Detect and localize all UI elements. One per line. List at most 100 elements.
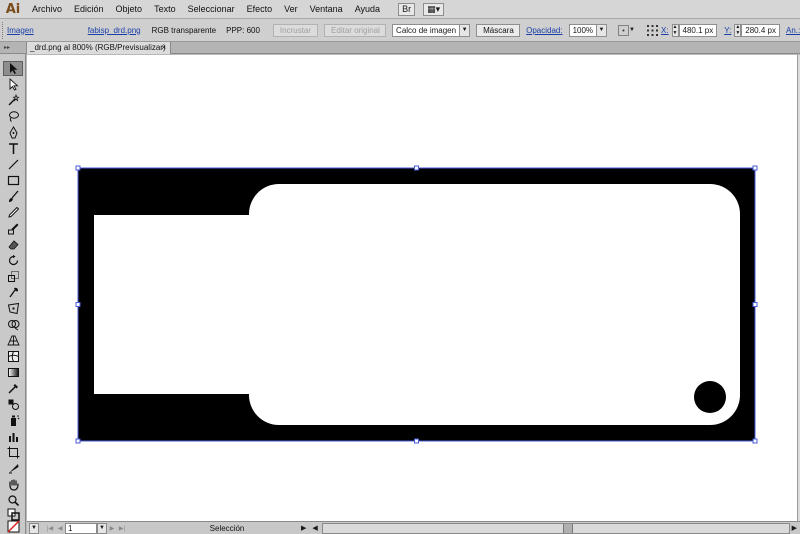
selection-handle[interactable] [752,438,758,444]
mask-button[interactable]: Máscara [476,23,521,37]
selection-tool-icon[interactable] [3,61,23,76]
panel-collapse-icon[interactable]: ▸▸ [4,42,10,54]
zoom-tool-icon[interactable] [3,493,23,508]
y-stepper[interactable]: ▲ ▼ [734,23,742,37]
status-menu-arrow-icon[interactable]: ▶ [301,524,306,532]
selection-handle[interactable] [75,438,81,444]
free-transform-tool-icon[interactable] [3,301,23,316]
document-canvas[interactable] [27,55,797,521]
bridge-button[interactable]: Br [398,2,416,16]
slice-tool-icon[interactable] [3,461,23,476]
linked-file-link[interactable]: fabisp_drd.png [88,26,141,35]
artboard-number-input[interactable]: 1 [65,522,97,534]
first-artboard-icon[interactable]: |◀ [45,525,55,532]
image-trace-split-button[interactable]: Calco de imagen ▼ [392,23,471,37]
opacity-dropdown-icon[interactable]: ▼ [596,24,607,36]
menu-edicion[interactable]: Edición [68,0,110,19]
circle-hole [694,381,726,413]
horizontal-scrollbar[interactable] [321,522,790,534]
color-mode-label: RGB transparente [151,25,217,35]
opacity-label[interactable]: Opacidad: [526,26,562,35]
line-tool-icon[interactable] [3,157,23,172]
warp-tool-icon[interactable] [3,285,23,300]
object-type-link[interactable]: Imagen [7,26,34,35]
zoom-dropdown-icon[interactable]: ▼ [29,522,39,534]
selection-handle[interactable] [75,302,81,307]
image-trace-dropdown-icon[interactable]: ▼ [459,24,470,36]
scale-tool-icon[interactable] [3,269,23,284]
pencil-tool-icon[interactable] [3,205,23,220]
next-artboard-icon[interactable]: ▶ [107,525,117,532]
menu-seleccionar[interactable]: Seleccionar [182,0,241,19]
scroll-left-icon[interactable]: ◀ [312,524,317,532]
selection-handle[interactable] [752,302,758,307]
last-artboard-icon[interactable]: ▶| [117,525,127,532]
type-tool-icon[interactable] [3,141,23,156]
selection-handle[interactable] [752,165,758,171]
hand-tool-icon[interactable] [3,477,23,492]
tools-panel [0,54,26,534]
x-label[interactable]: X: [661,26,669,35]
opacity-field[interactable]: 100% ▼ [568,23,608,37]
symbol-sprayer-tool-icon[interactable] [3,413,23,428]
rotate-tool-icon[interactable] [3,253,23,268]
opacity-value[interactable]: 100% [570,25,596,36]
selection-handle[interactable] [75,165,81,171]
lasso-tool-icon[interactable] [3,109,23,124]
magic-wand-tool-icon[interactable] [3,93,23,108]
arrange-documents-button[interactable]: ▦▾ [423,2,445,16]
artboard-dropdown-icon[interactable]: ▼ [97,522,107,534]
blob-brush-tool-icon[interactable] [3,221,23,236]
selection-handle[interactable] [414,438,419,444]
eyedropper-tool-icon[interactable] [3,381,23,396]
gradient-tool-icon[interactable] [3,365,23,380]
shape-builder-tool-icon[interactable] [3,317,23,332]
ppi-label: PPP: 600 [226,25,260,35]
edit-original-button[interactable]: Editar original [324,23,387,37]
close-tab-icon[interactable]: × [161,42,166,54]
placed-image-artwork[interactable] [27,55,797,521]
mesh-tool-icon[interactable] [3,349,23,364]
y-label[interactable]: Y: [724,26,731,35]
pen-tool-icon[interactable] [3,125,23,140]
menu-archivo[interactable]: Archivo [26,0,68,19]
align-dropdown-icon[interactable]: ▼ [629,27,635,33]
menu-bar: Ai Archivo Edición Objeto Texto Seleccio… [0,0,800,19]
blend-tool-icon[interactable] [3,397,23,412]
graph-tool-icon[interactable] [3,429,23,444]
paintbrush-tool-icon[interactable] [3,189,23,204]
eraser-tool-icon[interactable] [3,237,23,252]
embed-button[interactable]: Incrustar [272,23,319,37]
document-tab-title: _drd.png al 800% (RGB/Previsualizar) [30,43,166,52]
rounded-rectangle-cutout [249,184,740,425]
previous-artboard-icon[interactable]: ◀ [55,525,65,532]
y-input[interactable]: 280.4 px [741,23,780,37]
control-bar-grip[interactable] [2,21,3,39]
menu-objeto[interactable]: Objeto [110,0,149,19]
horizontal-scroll-thumb[interactable] [562,523,573,533]
x-stepper[interactable]: ▲ ▼ [671,23,679,37]
status-text: Selección [209,523,245,533]
menu-texto[interactable]: Texto [148,0,182,19]
rectangle-tool-icon[interactable] [3,173,23,188]
document-tab[interactable]: _drd.png al 800% (RGB/Previsualizar) × [26,42,171,54]
menu-efecto[interactable]: Efecto [241,0,279,19]
reference-point-icon[interactable] [646,24,658,37]
status-bar: ▼ |◀ ◀ 1 ▼ ▶ ▶| Selección ▶ ◀ ▶ [27,521,800,534]
fill-stroke-swatch-icon[interactable] [3,508,23,521]
image-trace-button[interactable]: Calco de imagen [393,25,459,36]
perspective-grid-tool-icon[interactable] [3,333,23,348]
width-label[interactable]: An.: [786,26,800,35]
document-tab-bar: ▸▸ _drd.png al 800% (RGB/Previsualizar) … [0,42,800,54]
transform-reference-icon[interactable] [618,24,630,37]
direct-selection-tool-icon[interactable] [3,77,23,92]
x-input[interactable]: 480.1 px [678,23,718,37]
control-bar: Imagen fabisp_drd.png RGB transparente P… [0,19,800,42]
selection-handle[interactable] [414,165,419,171]
scroll-right-icon[interactable]: ▶ [792,524,797,532]
artboard-tool-icon[interactable] [3,445,23,460]
menu-ayuda[interactable]: Ayuda [349,0,386,19]
menu-ver[interactable]: Ver [278,0,304,19]
stroke-none-swatch-icon[interactable] [3,519,23,533]
menu-ventana[interactable]: Ventana [304,0,349,19]
